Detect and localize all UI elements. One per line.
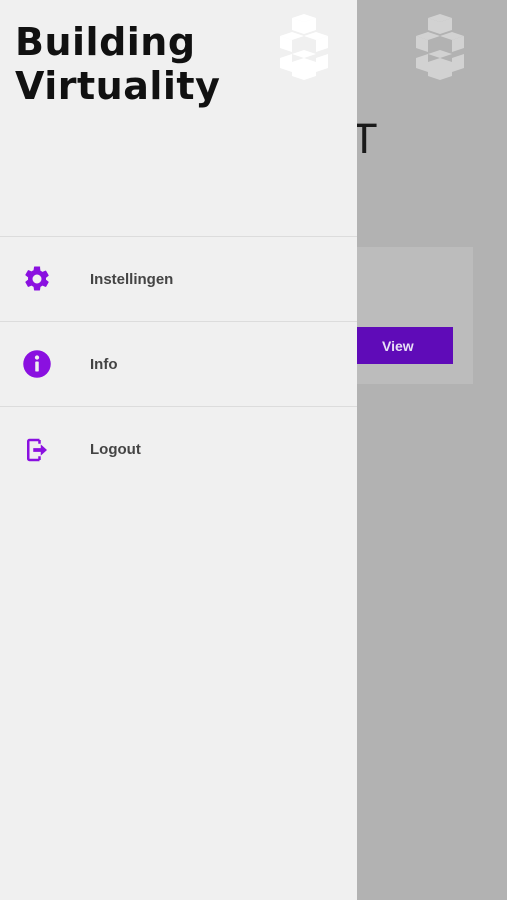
menu-item-info[interactable]: Info — [0, 322, 357, 407]
navigation-drawer: Building Virtuality Instellingen Info Lo… — [0, 0, 357, 900]
drawer-menu: Instellingen Info Logout — [0, 236, 357, 492]
logout-icon — [19, 432, 55, 468]
menu-item-logout[interactable]: Logout — [0, 407, 357, 492]
menu-item-label: Info — [90, 355, 118, 373]
drawer-header: Building Virtuality — [0, 0, 357, 236]
menu-item-label: Instellingen — [90, 270, 174, 288]
menu-item-instellingen[interactable]: Instellingen — [0, 237, 357, 322]
gear-icon — [19, 261, 55, 297]
info-icon — [19, 346, 55, 382]
app-logo-icon — [416, 14, 464, 80]
app-logo-icon — [280, 14, 328, 80]
menu-item-label: Logout — [90, 441, 141, 458]
app-title-line-1: Building — [15, 20, 196, 64]
app-title-line-2: Virtuality — [15, 64, 221, 108]
app-title: Building Virtuality — [15, 20, 220, 108]
